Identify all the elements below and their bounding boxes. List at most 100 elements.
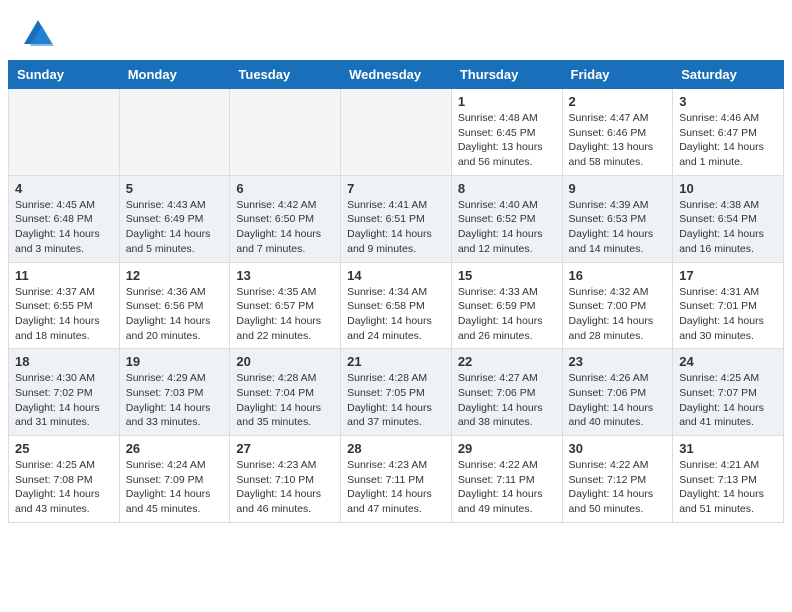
day-info: Sunrise: 4:23 AMSunset: 7:11 PMDaylight:… xyxy=(347,458,445,517)
calendar-cell xyxy=(9,89,120,176)
calendar-week-1: 1 Sunrise: 4:48 AMSunset: 6:45 PMDayligh… xyxy=(9,89,784,176)
day-number: 3 xyxy=(679,94,777,109)
day-number: 21 xyxy=(347,354,445,369)
day-info: Sunrise: 4:34 AMSunset: 6:58 PMDaylight:… xyxy=(347,285,445,344)
day-info: Sunrise: 4:35 AMSunset: 6:57 PMDaylight:… xyxy=(236,285,334,344)
day-number: 16 xyxy=(569,268,667,283)
day-info: Sunrise: 4:22 AMSunset: 7:11 PMDaylight:… xyxy=(458,458,556,517)
page-header xyxy=(0,0,792,60)
day-info: Sunrise: 4:45 AMSunset: 6:48 PMDaylight:… xyxy=(15,198,113,257)
calendar-cell xyxy=(119,89,230,176)
calendar-cell: 20 Sunrise: 4:28 AMSunset: 7:04 PMDaylig… xyxy=(230,349,341,436)
day-info: Sunrise: 4:24 AMSunset: 7:09 PMDaylight:… xyxy=(126,458,224,517)
weekday-header-friday: Friday xyxy=(562,61,673,89)
day-number: 20 xyxy=(236,354,334,369)
calendar-cell: 13 Sunrise: 4:35 AMSunset: 6:57 PMDaylig… xyxy=(230,262,341,349)
day-info: Sunrise: 4:39 AMSunset: 6:53 PMDaylight:… xyxy=(569,198,667,257)
calendar-cell: 5 Sunrise: 4:43 AMSunset: 6:49 PMDayligh… xyxy=(119,175,230,262)
day-info: Sunrise: 4:25 AMSunset: 7:07 PMDaylight:… xyxy=(679,371,777,430)
calendar-cell: 7 Sunrise: 4:41 AMSunset: 6:51 PMDayligh… xyxy=(341,175,452,262)
day-info: Sunrise: 4:22 AMSunset: 7:12 PMDaylight:… xyxy=(569,458,667,517)
day-number: 23 xyxy=(569,354,667,369)
day-info: Sunrise: 4:26 AMSunset: 7:06 PMDaylight:… xyxy=(569,371,667,430)
calendar-cell: 4 Sunrise: 4:45 AMSunset: 6:48 PMDayligh… xyxy=(9,175,120,262)
day-number: 22 xyxy=(458,354,556,369)
day-info: Sunrise: 4:28 AMSunset: 7:05 PMDaylight:… xyxy=(347,371,445,430)
weekday-header-wednesday: Wednesday xyxy=(341,61,452,89)
day-number: 26 xyxy=(126,441,224,456)
day-number: 5 xyxy=(126,181,224,196)
calendar-cell: 23 Sunrise: 4:26 AMSunset: 7:06 PMDaylig… xyxy=(562,349,673,436)
day-number: 30 xyxy=(569,441,667,456)
day-info: Sunrise: 4:21 AMSunset: 7:13 PMDaylight:… xyxy=(679,458,777,517)
calendar-cell: 21 Sunrise: 4:28 AMSunset: 7:05 PMDaylig… xyxy=(341,349,452,436)
day-number: 19 xyxy=(126,354,224,369)
calendar-cell: 11 Sunrise: 4:37 AMSunset: 6:55 PMDaylig… xyxy=(9,262,120,349)
weekday-header-tuesday: Tuesday xyxy=(230,61,341,89)
day-number: 27 xyxy=(236,441,334,456)
day-number: 31 xyxy=(679,441,777,456)
calendar-week-2: 4 Sunrise: 4:45 AMSunset: 6:48 PMDayligh… xyxy=(9,175,784,262)
calendar-week-5: 25 Sunrise: 4:25 AMSunset: 7:08 PMDaylig… xyxy=(9,436,784,523)
logo xyxy=(20,16,60,52)
calendar-cell: 22 Sunrise: 4:27 AMSunset: 7:06 PMDaylig… xyxy=(451,349,562,436)
day-info: Sunrise: 4:43 AMSunset: 6:49 PMDaylight:… xyxy=(126,198,224,257)
weekday-header-row: SundayMondayTuesdayWednesdayThursdayFrid… xyxy=(9,61,784,89)
calendar-cell: 14 Sunrise: 4:34 AMSunset: 6:58 PMDaylig… xyxy=(341,262,452,349)
day-info: Sunrise: 4:48 AMSunset: 6:45 PMDaylight:… xyxy=(458,111,556,170)
logo-icon xyxy=(20,16,56,52)
calendar-cell: 19 Sunrise: 4:29 AMSunset: 7:03 PMDaylig… xyxy=(119,349,230,436)
calendar-cell xyxy=(230,89,341,176)
weekday-header-saturday: Saturday xyxy=(673,61,784,89)
day-info: Sunrise: 4:41 AMSunset: 6:51 PMDaylight:… xyxy=(347,198,445,257)
day-info: Sunrise: 4:31 AMSunset: 7:01 PMDaylight:… xyxy=(679,285,777,344)
day-number: 9 xyxy=(569,181,667,196)
day-number: 25 xyxy=(15,441,113,456)
day-number: 24 xyxy=(679,354,777,369)
day-info: Sunrise: 4:33 AMSunset: 6:59 PMDaylight:… xyxy=(458,285,556,344)
weekday-header-monday: Monday xyxy=(119,61,230,89)
calendar-table: SundayMondayTuesdayWednesdayThursdayFrid… xyxy=(8,60,784,523)
weekday-header-sunday: Sunday xyxy=(9,61,120,89)
day-number: 6 xyxy=(236,181,334,196)
calendar-cell: 31 Sunrise: 4:21 AMSunset: 7:13 PMDaylig… xyxy=(673,436,784,523)
calendar-cell: 9 Sunrise: 4:39 AMSunset: 6:53 PMDayligh… xyxy=(562,175,673,262)
calendar-week-4: 18 Sunrise: 4:30 AMSunset: 7:02 PMDaylig… xyxy=(9,349,784,436)
day-info: Sunrise: 4:30 AMSunset: 7:02 PMDaylight:… xyxy=(15,371,113,430)
calendar-cell: 30 Sunrise: 4:22 AMSunset: 7:12 PMDaylig… xyxy=(562,436,673,523)
day-info: Sunrise: 4:40 AMSunset: 6:52 PMDaylight:… xyxy=(458,198,556,257)
day-info: Sunrise: 4:38 AMSunset: 6:54 PMDaylight:… xyxy=(679,198,777,257)
calendar-cell: 8 Sunrise: 4:40 AMSunset: 6:52 PMDayligh… xyxy=(451,175,562,262)
calendar-cell: 1 Sunrise: 4:48 AMSunset: 6:45 PMDayligh… xyxy=(451,89,562,176)
day-info: Sunrise: 4:25 AMSunset: 7:08 PMDaylight:… xyxy=(15,458,113,517)
day-info: Sunrise: 4:47 AMSunset: 6:46 PMDaylight:… xyxy=(569,111,667,170)
calendar-cell: 6 Sunrise: 4:42 AMSunset: 6:50 PMDayligh… xyxy=(230,175,341,262)
day-number: 15 xyxy=(458,268,556,283)
calendar-cell xyxy=(341,89,452,176)
day-number: 29 xyxy=(458,441,556,456)
day-info: Sunrise: 4:28 AMSunset: 7:04 PMDaylight:… xyxy=(236,371,334,430)
day-number: 2 xyxy=(569,94,667,109)
day-number: 28 xyxy=(347,441,445,456)
calendar-cell: 26 Sunrise: 4:24 AMSunset: 7:09 PMDaylig… xyxy=(119,436,230,523)
day-info: Sunrise: 4:42 AMSunset: 6:50 PMDaylight:… xyxy=(236,198,334,257)
day-number: 4 xyxy=(15,181,113,196)
calendar-cell: 2 Sunrise: 4:47 AMSunset: 6:46 PMDayligh… xyxy=(562,89,673,176)
calendar-cell: 3 Sunrise: 4:46 AMSunset: 6:47 PMDayligh… xyxy=(673,89,784,176)
day-info: Sunrise: 4:23 AMSunset: 7:10 PMDaylight:… xyxy=(236,458,334,517)
calendar-cell: 25 Sunrise: 4:25 AMSunset: 7:08 PMDaylig… xyxy=(9,436,120,523)
calendar-cell: 27 Sunrise: 4:23 AMSunset: 7:10 PMDaylig… xyxy=(230,436,341,523)
calendar-cell: 10 Sunrise: 4:38 AMSunset: 6:54 PMDaylig… xyxy=(673,175,784,262)
calendar-cell: 15 Sunrise: 4:33 AMSunset: 6:59 PMDaylig… xyxy=(451,262,562,349)
calendar-cell: 29 Sunrise: 4:22 AMSunset: 7:11 PMDaylig… xyxy=(451,436,562,523)
day-number: 1 xyxy=(458,94,556,109)
day-number: 10 xyxy=(679,181,777,196)
day-number: 11 xyxy=(15,268,113,283)
calendar-cell: 28 Sunrise: 4:23 AMSunset: 7:11 PMDaylig… xyxy=(341,436,452,523)
calendar-week-3: 11 Sunrise: 4:37 AMSunset: 6:55 PMDaylig… xyxy=(9,262,784,349)
day-info: Sunrise: 4:27 AMSunset: 7:06 PMDaylight:… xyxy=(458,371,556,430)
day-info: Sunrise: 4:37 AMSunset: 6:55 PMDaylight:… xyxy=(15,285,113,344)
calendar-cell: 12 Sunrise: 4:36 AMSunset: 6:56 PMDaylig… xyxy=(119,262,230,349)
calendar-cell: 18 Sunrise: 4:30 AMSunset: 7:02 PMDaylig… xyxy=(9,349,120,436)
day-number: 7 xyxy=(347,181,445,196)
